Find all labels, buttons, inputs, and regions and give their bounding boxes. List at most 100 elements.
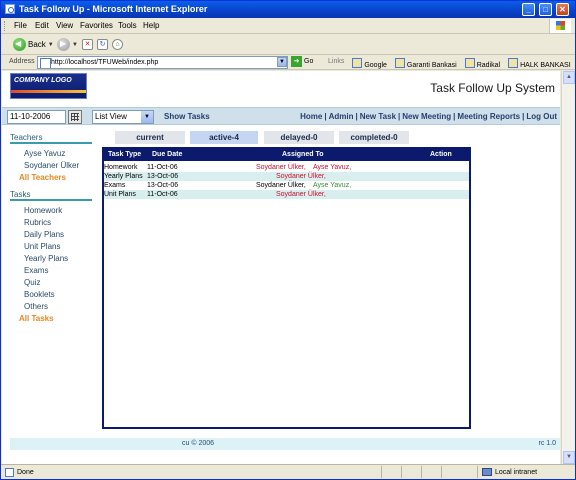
- address-input[interactable]: http://localhost/TFUWeb/index.php: [37, 56, 288, 69]
- status-tabs: current active-4 delayed-0 completed-0: [112, 131, 412, 144]
- all-teachers-link[interactable]: All Teachers: [10, 172, 92, 184]
- toolbar-grip: [4, 21, 6, 31]
- link-radikal[interactable]: Radikal: [465, 58, 500, 69]
- cell-due-date: 11-Oct-06: [147, 191, 178, 198]
- task-type-item[interactable]: Exams: [10, 265, 92, 277]
- calendar-icon[interactable]: [68, 110, 82, 124]
- view-select[interactable]: List View ▼: [92, 110, 154, 124]
- task-type-item[interactable]: Quiz: [10, 277, 92, 289]
- system-title: Task Follow Up System: [430, 81, 555, 95]
- forward-button[interactable]: ▼: [57, 37, 78, 52]
- links-bar: Links Google Garanti Bankasi Radikal HAL…: [328, 58, 571, 69]
- tab-current[interactable]: current: [115, 131, 185, 144]
- menu-favorites[interactable]: Favorites: [80, 21, 113, 30]
- table-header: Task Type Due Date Assigned To Action: [104, 149, 469, 161]
- chevron-down-icon[interactable]: ▼: [141, 111, 153, 123]
- task-type-item[interactable]: Unit Plans: [10, 241, 92, 253]
- menu-edit[interactable]: Edit: [35, 21, 49, 30]
- col-assigned-to: Assigned To: [282, 151, 324, 158]
- menu-help[interactable]: Help: [143, 21, 159, 30]
- minimize-button[interactable]: _: [522, 3, 535, 16]
- back-dropdown-icon[interactable]: ▼: [48, 42, 54, 48]
- go-button[interactable]: ➜ Go: [291, 56, 313, 67]
- address-dropdown-icon[interactable]: ▼: [277, 57, 287, 67]
- page-footer: cu © 2006 rc 1.0: [10, 438, 560, 450]
- menu-tools[interactable]: Tools: [118, 21, 137, 30]
- page-icon: [5, 468, 14, 477]
- teacher-item[interactable]: Soydaner Ülker: [10, 160, 92, 172]
- stop-button[interactable]: ✕: [82, 37, 93, 52]
- browser-window: Task Follow Up - Microsoft Internet Expl…: [0, 0, 576, 480]
- show-tasks-link[interactable]: Show Tasks: [164, 112, 210, 121]
- date-input[interactable]: 11-10-2006: [7, 110, 66, 124]
- go-label: Go: [304, 58, 314, 65]
- forward-arrow-icon: [57, 38, 70, 51]
- nav-new-task[interactable]: New Task: [360, 112, 396, 121]
- task-type-item[interactable]: Daily Plans: [10, 229, 92, 241]
- home-button[interactable]: ⌂: [112, 37, 123, 52]
- cell-assignee[interactable]: Ayse Yavuz,: [313, 163, 351, 172]
- all-tasks-link[interactable]: All Tasks: [10, 313, 92, 325]
- nav-log-out[interactable]: Log Out: [526, 112, 557, 121]
- vertical-scrollbar[interactable]: ▲ ▼: [561, 71, 575, 464]
- task-type-item[interactable]: Rubrics: [10, 217, 92, 229]
- nav-home[interactable]: Home: [300, 112, 322, 121]
- back-button[interactable]: Back ▼: [13, 37, 54, 52]
- security-zone: Local intranet: [482, 468, 537, 476]
- task-table: Task Type Due Date Assigned To Action Ho…: [102, 147, 471, 429]
- page-viewport: COMPANY LOGO Task Follow Up System 11-10…: [2, 71, 560, 464]
- cell-assignee[interactable]: Ayse Yavuz,: [313, 181, 351, 190]
- table-row[interactable]: Unit Plans 11-Oct-06 Soydaner Ülker,: [104, 190, 469, 199]
- windows-logo-icon: [549, 19, 571, 33]
- maximize-button[interactable]: □: [539, 3, 552, 16]
- page-header: COMPANY LOGO Task Follow Up System: [2, 71, 560, 105]
- view-select-value: List View: [95, 112, 127, 121]
- scroll-up-icon[interactable]: ▲: [563, 71, 575, 84]
- task-type-item[interactable]: Booklets: [10, 289, 92, 301]
- tab-active[interactable]: active-4: [190, 131, 258, 144]
- top-nav-links: Home | Admin | New Task | New Meeting | Meeting …: [300, 112, 557, 121]
- table-row[interactable]: Yearly Plans 13-Oct-06 Soydaner Ülker,: [104, 172, 469, 181]
- cell-due-date: 11-Oct-06: [147, 164, 178, 171]
- tab-delayed[interactable]: delayed-0: [264, 131, 334, 144]
- stop-icon: ✕: [82, 39, 93, 50]
- task-type-item[interactable]: Yearly Plans: [10, 253, 92, 265]
- cell-task-type: Homework: [104, 164, 138, 171]
- cell-assignee[interactable]: Soydaner Ülker,: [256, 181, 306, 190]
- link-google[interactable]: Google: [352, 58, 387, 69]
- close-button[interactable]: ✕: [556, 3, 569, 16]
- table-row[interactable]: Exams 13-Oct-06 Soydaner Ülker, Ayse Yav…: [104, 181, 469, 190]
- nav-meeting-reports[interactable]: Meeting Reports: [457, 112, 520, 121]
- cell-assignee[interactable]: Soydaner Ülker,: [276, 190, 326, 199]
- tab-completed[interactable]: completed-0: [339, 131, 409, 144]
- link-halk-bankasi[interactable]: HALK BANKASI: [508, 58, 571, 69]
- table-row[interactable]: Homework 11-Oct-06 Soydaner Ülker, Ayse …: [104, 163, 469, 172]
- link-garanti-bankasi[interactable]: Garanti Bankasi: [395, 58, 457, 69]
- cell-assignee[interactable]: Soydaner Ülker,: [276, 172, 326, 181]
- col-action: Action: [430, 151, 452, 158]
- tasks-heading: Tasks: [10, 190, 92, 201]
- version-text: rc 1.0: [538, 440, 556, 447]
- nav-new-meeting[interactable]: New Meeting: [402, 112, 451, 121]
- forward-dropdown-icon[interactable]: ▼: [72, 42, 78, 48]
- zone-text: Local intranet: [495, 468, 538, 476]
- status-text: Done: [17, 469, 34, 476]
- links-label: Links: [328, 58, 345, 65]
- cell-assignee[interactable]: Soydaner Ülker,: [256, 163, 306, 172]
- cell-due-date: 13-Oct-06: [147, 173, 179, 180]
- title-bar[interactable]: Task Follow Up - Microsoft Internet Expl…: [1, 1, 575, 18]
- back-arrow-icon: [13, 38, 26, 51]
- address-label: Address: [9, 58, 35, 65]
- scroll-down-icon[interactable]: ▼: [563, 451, 575, 464]
- menu-view[interactable]: View: [56, 21, 73, 30]
- task-type-item[interactable]: Others: [10, 301, 92, 313]
- sidebar: Teachers Ayse Yavuz Soydaner Ülker All T…: [10, 133, 92, 325]
- menu-file[interactable]: File: [14, 21, 27, 30]
- task-type-item[interactable]: Homework: [10, 205, 92, 217]
- refresh-button[interactable]: ↻: [97, 37, 108, 52]
- cell-task-type: Unit Plans: [104, 191, 136, 198]
- nav-admin[interactable]: Admin: [329, 112, 354, 121]
- cell-due-date: 13-Oct-06: [147, 182, 179, 189]
- status-bar: Done Local intranet: [1, 464, 575, 479]
- teacher-item[interactable]: Ayse Yavuz: [10, 148, 92, 160]
